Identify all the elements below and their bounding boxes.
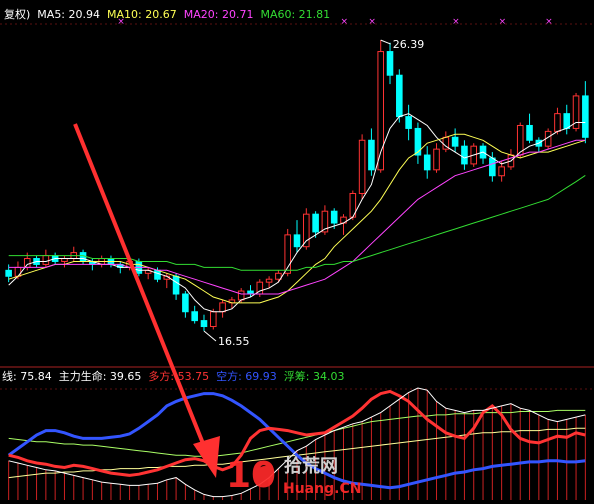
candle-body xyxy=(219,302,226,313)
watermark-latin: Huang.CN xyxy=(283,481,361,497)
signal-marker: × xyxy=(368,17,376,27)
candle-body xyxy=(293,234,301,248)
legend-item: 浮筹: 34.03 xyxy=(284,369,345,383)
candle-body xyxy=(396,74,403,118)
signal-marker: × xyxy=(545,17,553,27)
candle-body xyxy=(200,320,208,328)
candle-body xyxy=(154,269,161,280)
candle-body xyxy=(489,157,496,177)
candle-body xyxy=(209,311,217,328)
legend-item: 空方: 69.93 xyxy=(216,369,277,383)
candle-body xyxy=(23,258,31,268)
legend-item: 复权) xyxy=(4,7,30,21)
legend-item: MA20: 20.71 xyxy=(184,8,254,21)
legend-item: MA60: 21.81 xyxy=(260,8,330,21)
price-legend: 复权) MA5: 20.94 MA10: 20.67 MA20: 20.71 MA60:… xyxy=(4,7,330,21)
candle-body xyxy=(265,278,273,283)
candle-body xyxy=(554,113,561,132)
watermark-dot xyxy=(256,466,274,484)
candle-body xyxy=(423,154,431,171)
candle-body xyxy=(312,213,319,233)
high-price-label: 26.39 xyxy=(393,38,425,51)
legend-item: MA10: 20.67 xyxy=(107,8,177,21)
candle-body xyxy=(14,266,22,277)
low-price-label: 16.55 xyxy=(218,335,250,348)
candle-body xyxy=(237,290,245,301)
signal-marker: × xyxy=(341,17,349,27)
candle-body xyxy=(368,139,375,171)
candle-body xyxy=(451,136,459,147)
candle-body xyxy=(386,51,394,76)
candle-body xyxy=(42,255,50,265)
candle-body xyxy=(433,148,440,171)
candle-body xyxy=(358,139,366,194)
legend-item: 主力生命: 39.65 xyxy=(59,369,142,383)
candle-body xyxy=(461,145,468,165)
legend-item: MA5: 20.94 xyxy=(37,8,100,21)
candle-body xyxy=(5,269,12,277)
candle-body xyxy=(172,275,180,295)
signal-marker: × xyxy=(499,17,507,27)
candle-body xyxy=(582,95,589,138)
candle-body xyxy=(405,116,412,129)
candle-body xyxy=(79,252,87,262)
candle-body xyxy=(303,213,310,248)
candle-body xyxy=(182,293,189,313)
candle-body xyxy=(414,127,422,156)
stock-chart: × × × × × × 复权) MA5: 20.94 MA10: 20.67 MA20: 20.… xyxy=(0,0,594,504)
candle-body xyxy=(498,166,505,177)
candle-body xyxy=(526,124,533,141)
signal-marker: × xyxy=(452,17,460,27)
candle-body xyxy=(330,210,338,224)
legend-item: 线: 75.84 xyxy=(2,369,52,383)
watermark-chinese: 拾荒网 xyxy=(284,455,338,477)
candle-body xyxy=(191,311,198,322)
candle-body xyxy=(563,113,571,129)
